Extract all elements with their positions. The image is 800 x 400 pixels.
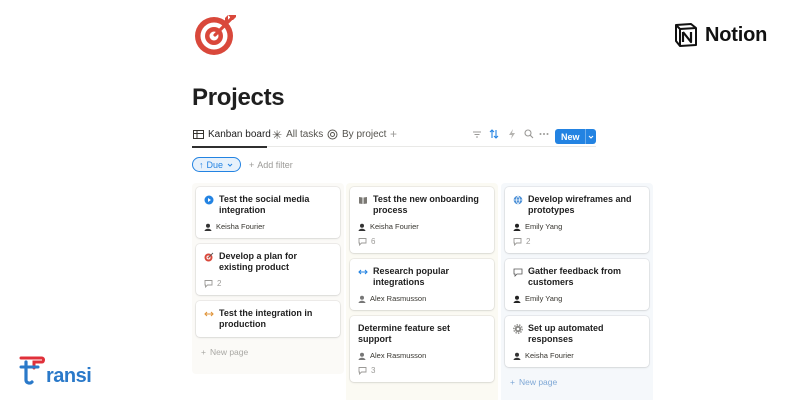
- comment-icon: [358, 367, 367, 375]
- comment-count: 3: [371, 366, 376, 375]
- tab-label: By project: [342, 129, 387, 140]
- card-assignee: Alex Rasmusson: [370, 351, 427, 360]
- new-button-label: New: [561, 131, 580, 142]
- card-title: Develop wireframes and prototypes: [528, 194, 632, 215]
- transi-wordmark: ransi: [46, 365, 92, 387]
- avatar-icon: [358, 223, 366, 231]
- plus-icon: +: [510, 377, 515, 387]
- card-title: Set up automated responses: [528, 323, 604, 344]
- kanban-card[interactable]: Set up automated responses Keisha Fourie…: [505, 316, 649, 367]
- filter-icon[interactable]: [471, 128, 483, 140]
- notion-logo-icon: [675, 23, 697, 47]
- board-column: Develop wireframes and prototypes Emily …: [501, 183, 653, 400]
- plus-icon: +: [249, 159, 255, 170]
- plus-icon: +: [201, 347, 206, 357]
- table-icon: [193, 130, 204, 139]
- tab-by-project[interactable]: By project: [327, 129, 386, 140]
- due-chip-label: Due: [206, 159, 224, 170]
- tab-label: All tasks: [286, 129, 324, 140]
- sort-icon[interactable]: [488, 128, 500, 140]
- target-logo-icon: [195, 15, 236, 55]
- add-filter-label: Add filter: [257, 159, 293, 170]
- board-column: Test the new onboarding process Keisha F…: [346, 183, 498, 400]
- kanban-card[interactable]: Gather feedback from customers Emily Yan…: [505, 259, 649, 310]
- card-title: Test the social media integration: [219, 194, 310, 215]
- card-assignee: Keisha Fourier: [525, 351, 574, 360]
- speech-bubble-icon: [513, 268, 523, 277]
- avatar-icon: [358, 295, 366, 303]
- avatar-icon: [204, 223, 212, 231]
- new-page-button[interactable]: + New page: [196, 343, 340, 361]
- tab-all-tasks[interactable]: ✳ All tasks: [272, 127, 324, 142]
- new-page-label: New page: [518, 377, 558, 387]
- comment-icon: [204, 280, 213, 288]
- arrows-horizontal-icon: [204, 311, 214, 317]
- filter-bar: ↑ Due + Add filter: [192, 157, 293, 172]
- add-filter-button[interactable]: + Add filter: [249, 160, 293, 170]
- kanban-card[interactable]: Test the social media integration Keisha…: [196, 187, 340, 238]
- card-title: Research popular integrations: [373, 266, 450, 287]
- card-title: Determine feature set support: [358, 323, 451, 344]
- comment-count: 2: [217, 279, 222, 288]
- target-icon: [327, 129, 338, 140]
- kanban-card[interactable]: Develop a plan for existing product 2: [196, 244, 340, 295]
- play-circle-icon: [204, 195, 214, 205]
- kanban-card[interactable]: Test the integration in production: [196, 301, 340, 337]
- chevron-down-icon[interactable]: [586, 132, 596, 142]
- card-assignee: Keisha Fourier: [216, 222, 265, 231]
- transi-logo: ransi: [18, 354, 92, 387]
- notion-brand: Notion: [673, 22, 767, 48]
- comment-count: 6: [371, 237, 376, 246]
- new-page-button[interactable]: + New page: [505, 373, 649, 391]
- search-icon[interactable]: [523, 128, 535, 140]
- tab-kanban-board[interactable]: Kanban board: [193, 129, 271, 140]
- page-title: Projects: [192, 84, 285, 111]
- kanban-card[interactable]: Test the new onboarding process Keisha F…: [350, 187, 494, 253]
- gear-icon: [513, 324, 523, 334]
- board-column: Test the social media integration Keisha…: [192, 183, 344, 374]
- kanban-card[interactable]: Determine feature set support Alex Rasmu…: [350, 316, 494, 382]
- view-tabs: Kanban board ✳ All tasks By project +: [192, 127, 596, 148]
- tab-label: Kanban board: [208, 129, 271, 140]
- new-button[interactable]: New: [555, 129, 596, 144]
- add-view-button[interactable]: +: [390, 127, 397, 141]
- asterisk-icon: ✳: [272, 127, 283, 142]
- card-assignee: Keisha Fourier: [370, 222, 419, 231]
- kanban-card[interactable]: Develop wireframes and prototypes Emily …: [505, 187, 649, 253]
- transi-mark-icon: [19, 356, 45, 385]
- book-icon: [359, 197, 367, 204]
- active-tab-indicator: [192, 146, 267, 148]
- lightning-icon[interactable]: [506, 128, 518, 140]
- due-sort-chip[interactable]: ↑ Due: [192, 157, 242, 172]
- avatar-icon: [513, 223, 521, 231]
- comment-icon: [513, 238, 522, 246]
- dart-target-icon: [204, 252, 214, 262]
- card-title: Gather feedback from customers: [528, 266, 622, 287]
- card-title: Develop a plan for existing product: [219, 251, 298, 272]
- comment-icon: [358, 238, 367, 246]
- more-icon[interactable]: [538, 128, 550, 140]
- arrow-up-icon: ↑: [199, 159, 204, 170]
- card-assignee: Emily Yang: [525, 222, 563, 231]
- chevron-down-icon: [227, 163, 233, 167]
- comment-count: 2: [526, 237, 531, 246]
- avatar-icon: [513, 352, 521, 360]
- avatar-icon: [513, 295, 521, 303]
- card-assignee: Alex Rasmusson: [370, 294, 427, 303]
- card-assignee: Emily Yang: [525, 294, 563, 303]
- arrows-horizontal-icon: [358, 269, 368, 275]
- card-title: Test the new onboarding process: [373, 194, 479, 215]
- new-page-label: New page: [209, 347, 249, 357]
- avatar-icon: [358, 352, 366, 360]
- notion-wordmark: Notion: [705, 23, 768, 46]
- kanban-card[interactable]: Research popular integrations Alex Rasmu…: [350, 259, 494, 310]
- card-title: Test the integration in production: [219, 308, 313, 329]
- globe-icon: [513, 195, 523, 205]
